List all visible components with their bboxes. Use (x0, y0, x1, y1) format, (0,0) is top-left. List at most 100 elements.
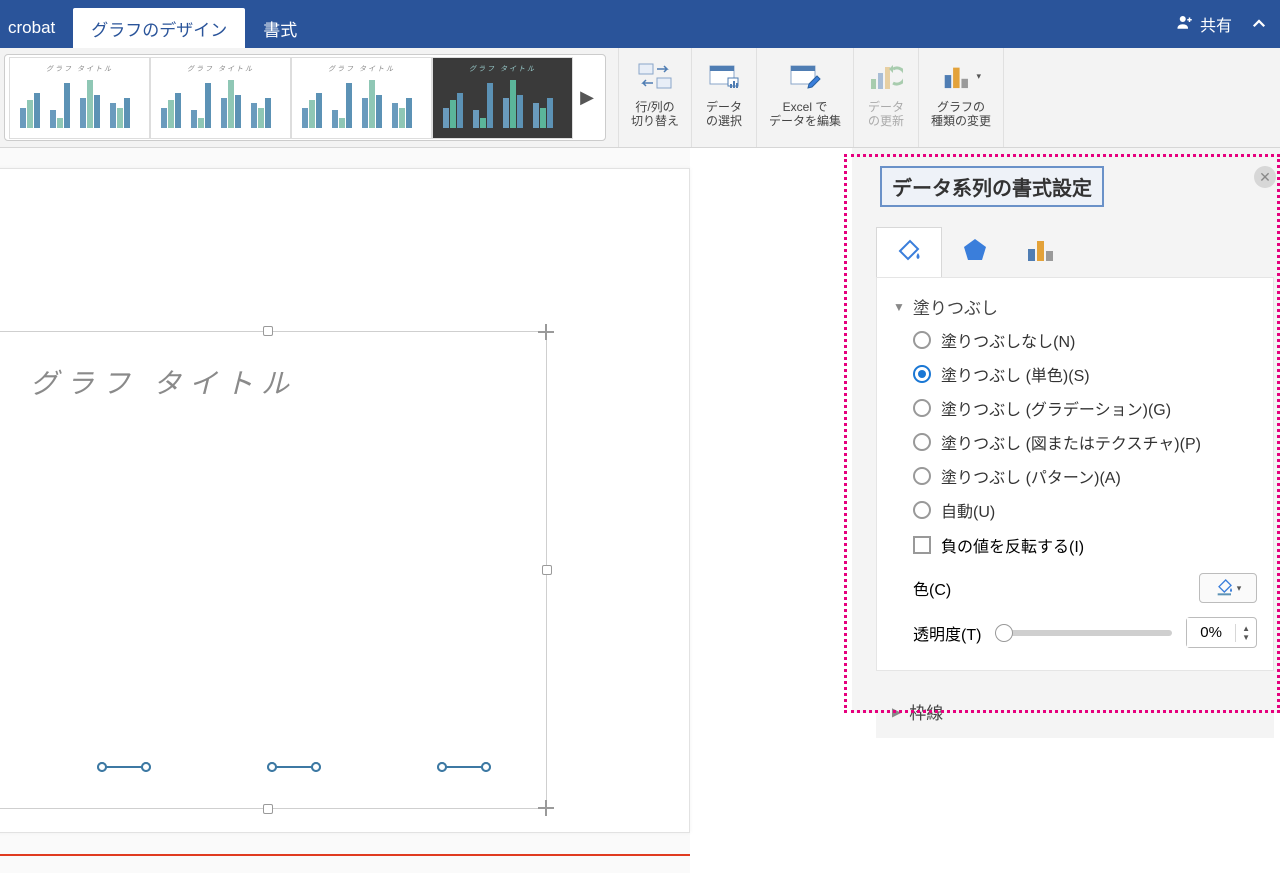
invert-negative-label: 負の値を反転する(I) (941, 533, 1084, 557)
document-area: グラフ タイトル (0, 148, 690, 873)
fill-option-label: 塗りつぶしなし(N) (941, 328, 1075, 352)
fill-option-label: 塗りつぶし (グラデーション)(G) (941, 396, 1171, 420)
chart-type-icon: ▾ (941, 56, 981, 96)
switch-row-col-button[interactable]: 行/列の 切り替え (627, 54, 683, 131)
refresh-label: データ の更新 (868, 100, 904, 129)
chart-style-3[interactable]: グラフ タイトル (291, 57, 432, 139)
transparency-slider[interactable] (995, 630, 1172, 636)
chart-style-1[interactable]: グラフ タイトル (9, 57, 150, 139)
thumb-bars (20, 78, 139, 128)
refresh-icon (866, 56, 906, 96)
spin-down[interactable]: ▼ (1236, 633, 1256, 642)
thumb-bars (302, 78, 421, 128)
fill-option[interactable]: 塗りつぶし (単色)(S) (893, 357, 1257, 391)
border-section-header[interactable]: ▶ 枠線 (892, 695, 1258, 728)
fill-option[interactable]: 塗りつぶし (図またはテクスチャ)(P) (893, 425, 1257, 459)
pane-close-button[interactable]: ✕ (1254, 166, 1276, 188)
transparency-label: 透明度(T) (913, 621, 981, 645)
ribbon-group-data: 行/列の 切り替え (618, 48, 692, 147)
select-data-button[interactable]: データ の選択 (700, 54, 748, 131)
tab-chart-design[interactable]: グラフのデザイン (73, 8, 245, 48)
gallery-more-button[interactable]: ▶ (573, 87, 601, 108)
collapse-ribbon-button[interactable] (1250, 0, 1268, 48)
pane-body: ▼ 塗りつぶし 塗りつぶしなし(N) 塗りつぶし (単色)(S) 塗りつぶし (グラ… (876, 277, 1274, 671)
fill-option-label: 自動(U) (941, 498, 995, 522)
checkbox-icon (913, 536, 931, 554)
pane-title: データ系列の書式設定 (880, 166, 1104, 207)
border-section-label: 枠線 (909, 699, 943, 724)
fill-option[interactable]: 塗りつぶしなし(N) (893, 323, 1257, 357)
radio-icon (913, 501, 931, 519)
resize-handle[interactable] (538, 324, 554, 340)
radio-icon (913, 365, 931, 383)
thumb-title: グラフ タイトル (10, 64, 149, 74)
format-data-series-pane: データ系列の書式設定 ✕ ▼ 塗りつぶし 塗りつぶしなし(N) 塗りつぶし (単色… (852, 148, 1280, 713)
document-page: グラフ タイトル (0, 168, 690, 833)
resize-handle[interactable] (538, 800, 554, 816)
share-label: 共有 (1200, 12, 1232, 36)
share-button[interactable]: 共有 (1176, 0, 1232, 48)
edit-excel-icon (785, 56, 825, 96)
ribbon-tabstrip: crobat グラフのデザイン 書式 共有 (0, 0, 1280, 48)
resize-handle[interactable] (542, 565, 552, 575)
radio-icon (913, 331, 931, 349)
fill-section-label: 塗りつぶし (913, 294, 998, 319)
disclosure-triangle-icon: ▶ (892, 705, 901, 719)
transparency-input[interactable]: ▲▼ (1186, 617, 1257, 648)
spin-up[interactable]: ▲ (1236, 624, 1256, 633)
switch-row-col-label: 行/列の 切り替え (631, 100, 679, 129)
resize-handle[interactable] (263, 326, 273, 336)
thumb-title: グラフ タイトル (433, 64, 572, 74)
fill-options: 塗りつぶしなし(N) 塗りつぶし (単色)(S) 塗りつぶし (グラデーション)(G… (893, 323, 1257, 527)
pentagon-icon (962, 237, 988, 268)
pane-tabs (876, 227, 1280, 277)
change-chart-type-button[interactable]: ▾ グラフの 種類の変更 (927, 54, 995, 131)
select-data-icon (704, 56, 744, 96)
fill-option-label: 塗りつぶし (単色)(S) (941, 362, 1090, 386)
ribbon-group-type: ▾ グラフの 種類の変更 (919, 48, 1004, 147)
pane-tab-series[interactable] (1008, 227, 1074, 277)
chart-plot-area[interactable] (15, 432, 521, 768)
fill-color-button[interactable]: ▾ (1199, 573, 1257, 603)
transparency-value[interactable] (1187, 618, 1235, 647)
share-icon (1176, 13, 1194, 36)
thumb-title: グラフ タイトル (151, 64, 290, 74)
thumb-bars (443, 78, 562, 128)
ribbon-group-select: データ の選択 (692, 48, 757, 147)
fill-option-label: 塗りつぶし (パターン)(A) (941, 464, 1121, 488)
fill-option-label: 塗りつぶし (図またはテクスチャ)(P) (941, 430, 1201, 454)
slider-knob[interactable] (995, 624, 1013, 642)
spinner[interactable]: ▲▼ (1235, 624, 1256, 642)
chart-object[interactable]: グラフ タイトル (0, 331, 547, 809)
border-section: ▶ 枠線 (876, 685, 1274, 738)
thumb-title: グラフ タイトル (292, 64, 431, 74)
invert-negative-checkbox[interactable]: 負の値を反転する(I) (893, 527, 1257, 563)
tab-format[interactable]: 書式 (245, 8, 315, 48)
resize-handle[interactable] (263, 804, 273, 814)
fill-option[interactable]: 塗りつぶし (グラデーション)(G) (893, 391, 1257, 425)
refresh-data-button: データ の更新 (862, 54, 910, 131)
edit-excel-button[interactable]: Excel で データを編集 (765, 54, 845, 131)
select-data-label: データ の選択 (706, 100, 742, 129)
chart-style-gallery: グラフ タイトル グラフ タイトル (4, 54, 606, 141)
chart-title[interactable]: グラフ タイトル (30, 362, 297, 402)
thumb-bars (161, 78, 280, 128)
radio-icon (913, 399, 931, 417)
chart-style-4[interactable]: グラフ タイトル (432, 57, 573, 139)
transparency-row: 透明度(T) ▲▼ (893, 607, 1257, 652)
edit-excel-label: Excel で データを編集 (769, 100, 841, 129)
radio-icon (913, 467, 931, 485)
ribbon-group-excel: Excel で データを編集 (757, 48, 854, 147)
ribbon-chart-design: グラフ タイトル グラフ タイトル (0, 48, 1280, 148)
fill-option[interactable]: 自動(U) (893, 493, 1257, 527)
chart-style-2[interactable]: グラフ タイトル (150, 57, 291, 139)
fill-option[interactable]: 塗りつぶし (パターン)(A) (893, 459, 1257, 493)
paint-bucket-icon (1215, 576, 1235, 601)
radio-icon (913, 433, 931, 451)
fill-section-header[interactable]: ▼ 塗りつぶし (893, 290, 1257, 323)
chart-type-label: グラフの 種類の変更 (931, 100, 991, 129)
pane-tab-fill[interactable] (876, 227, 942, 277)
pane-tab-effects[interactable] (942, 227, 1008, 277)
bar-chart-icon (1026, 237, 1056, 268)
tab-acrobat[interactable]: crobat (0, 8, 73, 48)
